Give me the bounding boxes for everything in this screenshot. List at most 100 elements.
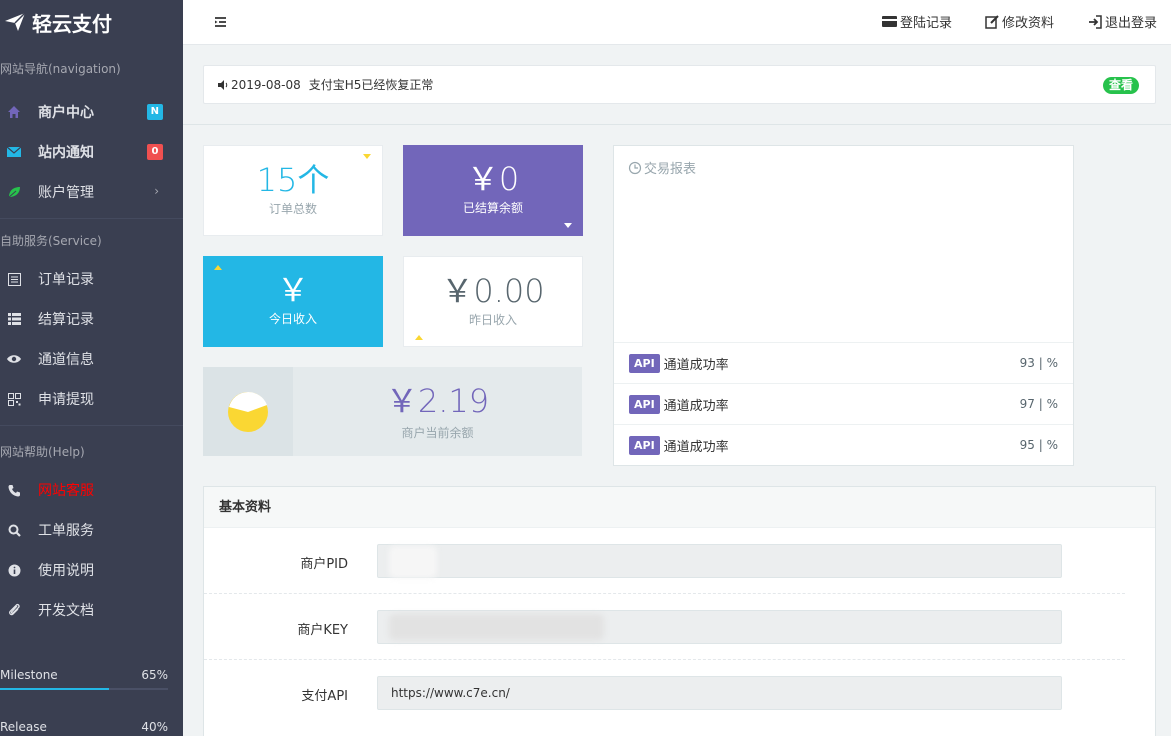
edit-profile-link[interactable]: 修改资料 [985, 12, 1054, 31]
info-icon [6, 562, 22, 578]
nav-section-title: 网站帮助(Help) [0, 445, 85, 459]
qrcode-icon [6, 391, 22, 407]
pid-field[interactable] [377, 544, 1062, 578]
divider [0, 218, 183, 219]
panel-title: 交易报表 [628, 158, 696, 177]
clock-icon [628, 161, 642, 174]
progress-fill [0, 688, 110, 690]
divider [0, 425, 183, 426]
field-label: 商户PID [300, 557, 348, 572]
search-icon [6, 522, 22, 538]
stat-label: 今日收入 [268, 312, 317, 326]
eye-icon [6, 351, 22, 367]
api-tag: API [629, 394, 660, 414]
logout-link[interactable]: 退出登录 [1088, 12, 1157, 31]
balance-chart-area [203, 367, 293, 456]
brand-name: 轻云支付 [32, 11, 112, 36]
sidebar-item-settlements[interactable]: 结算记录 [0, 299, 183, 339]
stat-label: 已结算余额 [462, 201, 523, 215]
edit-profile-label: 修改资料 [1002, 16, 1055, 31]
current-balance: ￥2.19 商户当前余额 [203, 367, 582, 456]
sidebar-item-account[interactable]: 账户管理 › [0, 172, 183, 212]
sidebar-item-label: 开发文档 [38, 603, 94, 619]
field-row-key: 商户KEY [204, 594, 1125, 660]
row-label: 通道成功率 [663, 439, 729, 455]
sidebar-item-label: 网站客服 [38, 483, 94, 499]
caret-down-icon [564, 223, 572, 228]
field-row-pid: 商户PID [204, 528, 1125, 594]
edit-icon [985, 14, 999, 29]
stat-value: 15个 [256, 161, 330, 199]
stat-value: ￥0.00 [441, 272, 545, 310]
sidebar-item-tickets[interactable]: 工单服务 [0, 510, 183, 550]
list-item: API 通道成功率 93 | % [614, 342, 1073, 383]
sidebar-item-notifications[interactable]: 站内通知 0 [0, 132, 183, 172]
sidebar-item-label: 工单服务 [38, 523, 94, 539]
basic-info-panel: 基本资料 商户PID 商户KEY 支付API https://www.c7e.c… [203, 486, 1156, 736]
stat-settled: ￥0 已结算余额 [403, 145, 583, 236]
row-rate: 93 | % [1019, 356, 1058, 370]
announcement-bar: 2019-08-08 支付宝H5已经恢复正常 查看 [203, 65, 1156, 104]
caret-down-icon [363, 154, 371, 159]
field-label: 支付API [301, 689, 348, 704]
home-icon [6, 104, 22, 120]
count-badge: 0 [147, 144, 163, 160]
api-tag: API [629, 435, 660, 455]
sidebar-item-label: 使用说明 [38, 563, 94, 579]
progress-track [0, 688, 168, 690]
stat-orders: 15个 订单总数 [203, 145, 383, 236]
sidebar-item-label: 申请提现 [38, 392, 94, 408]
sidebar-item-orders[interactable]: 订单记录 [0, 259, 183, 299]
sidebar-item-guide[interactable]: 使用说明 [0, 550, 183, 590]
phone-icon [6, 482, 22, 498]
stat-label: 订单总数 [268, 202, 317, 216]
stat-value: ￥0 [466, 160, 520, 198]
list-icon [6, 271, 22, 287]
stat-label: 昨日收入 [468, 313, 517, 327]
chevron-right-icon: › [154, 184, 159, 198]
stat-yesterday: ￥0.00 昨日收入 [403, 256, 583, 347]
progress-name: Milestone [0, 668, 58, 682]
paper-plane-icon [5, 12, 26, 31]
row-rate: 95 | % [1019, 438, 1058, 452]
balance-label: 商户当前余额 [401, 426, 474, 440]
pie-chart-icon [228, 391, 268, 432]
progress-percent: 40% [141, 720, 168, 734]
row-label: 通道成功率 [663, 398, 729, 414]
sidebar-item-merchant-center[interactable]: 商户中心 N [0, 92, 183, 132]
redaction-blur [389, 614, 604, 640]
stat-value: ￥ [276, 271, 309, 309]
sidebar: 轻云支付 网站导航(navigation) 商户中心 N 站内通知 0 账户管理… [0, 0, 183, 736]
sidebar-item-docs[interactable]: 开发文档 [0, 590, 183, 630]
divider [183, 124, 1171, 125]
stat-today: ￥ 今日收入 [203, 256, 383, 347]
volume-icon [218, 79, 228, 90]
brand[interactable]: 轻云支付 [0, 0, 183, 44]
mail-icon [6, 144, 22, 160]
sidebar-item-label: 订单记录 [38, 272, 94, 288]
list-item: API 通道成功率 97 | % [614, 383, 1073, 424]
transaction-report-panel: 交易报表 API 通道成功率 93 | % API 通道成功率 97 | % A… [613, 145, 1074, 466]
caret-up-icon [415, 335, 423, 340]
api-url-field[interactable]: https://www.c7e.cn/ [377, 676, 1062, 710]
credit-card-icon [882, 16, 897, 27]
nav-section-title: 网站导航(navigation) [0, 62, 121, 76]
field-label: 商户KEY [297, 623, 348, 638]
row-label: 通道成功率 [663, 357, 729, 373]
new-badge: N [146, 104, 163, 120]
sidebar-item-channels[interactable]: 通道信息 [0, 339, 183, 379]
menu-toggle-icon[interactable] [211, 13, 229, 31]
view-button[interactable]: 查看 [1102, 77, 1139, 94]
sidebar-item-customer-service[interactable]: 网站客服 [0, 470, 183, 510]
progress-name: Release [0, 720, 47, 734]
sidebar-item-withdraw[interactable]: 申请提现 [0, 379, 183, 419]
paperclip-icon [6, 602, 22, 618]
sidebar-item-label: 通道信息 [38, 352, 94, 368]
field-row-api: 支付API https://www.c7e.cn/ [204, 660, 1125, 726]
panel-title: 基本资料 [204, 487, 1155, 528]
caret-up-icon [214, 265, 222, 270]
notice-text: 支付宝H5已经恢复正常 [308, 78, 434, 92]
api-tag: API [629, 353, 660, 373]
top-header: 登陆记录 修改资料 退出登录 [183, 0, 1171, 45]
login-records-link[interactable]: 登陆记录 [882, 12, 952, 31]
